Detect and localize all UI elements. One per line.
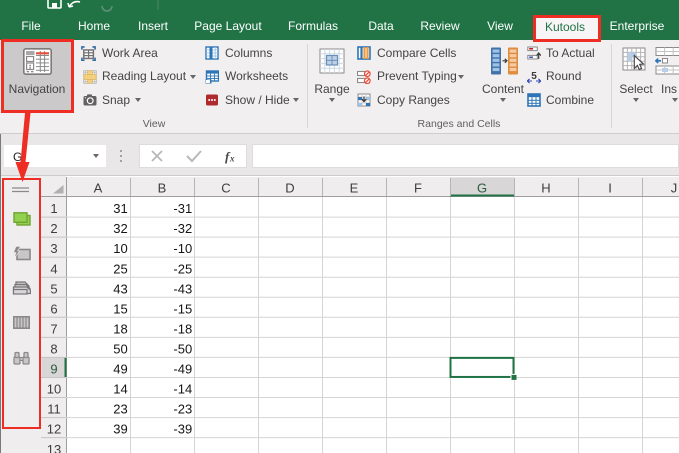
svg-text:49: 49	[113, 362, 127, 377]
svg-text:I: I	[608, 181, 612, 196]
svg-text:-10: -10	[173, 241, 192, 256]
svg-text:8: 8	[50, 342, 57, 357]
svg-text:H: H	[541, 181, 550, 196]
svg-text:32: 32	[113, 221, 127, 236]
svg-text:-18: -18	[173, 322, 192, 337]
svg-text:12: 12	[47, 422, 61, 437]
svg-text:-50: -50	[173, 342, 192, 357]
svg-text:2: 2	[50, 221, 57, 236]
svg-text:F: F	[414, 181, 422, 196]
svg-text:43: 43	[113, 281, 127, 296]
svg-text:18: 18	[113, 322, 127, 337]
svg-text:4: 4	[50, 261, 57, 276]
svg-text:31: 31	[113, 201, 127, 216]
svg-text:5: 5	[50, 281, 57, 296]
svg-text:-23: -23	[173, 402, 192, 417]
svg-text:15: 15	[113, 301, 127, 316]
svg-text:-43: -43	[173, 281, 192, 296]
svg-text:C: C	[221, 181, 230, 196]
svg-text:14: 14	[113, 382, 127, 397]
svg-text:11: 11	[47, 402, 61, 417]
svg-text:E: E	[350, 181, 359, 196]
svg-text:B: B	[158, 181, 167, 196]
svg-text:7: 7	[50, 322, 57, 337]
svg-text:-39: -39	[173, 422, 192, 437]
svg-text:-32: -32	[173, 221, 192, 236]
svg-text:-25: -25	[173, 261, 192, 276]
svg-text:-14: -14	[173, 382, 192, 397]
svg-text:3: 3	[50, 241, 57, 256]
svg-text:A: A	[94, 181, 103, 196]
svg-text:1: 1	[50, 201, 57, 216]
svg-text:J: J	[671, 181, 678, 196]
svg-text:-15: -15	[173, 301, 192, 316]
svg-text:25: 25	[113, 261, 127, 276]
svg-text:39: 39	[113, 422, 127, 437]
svg-text:D: D	[285, 181, 294, 196]
svg-text:10: 10	[47, 382, 61, 397]
svg-text:13: 13	[47, 442, 61, 453]
svg-text:G: G	[477, 181, 487, 196]
svg-text:23: 23	[113, 402, 127, 417]
svg-text:-31: -31	[173, 201, 192, 216]
svg-text:6: 6	[50, 301, 57, 316]
svg-text:9: 9	[50, 362, 57, 377]
svg-text:50: 50	[113, 342, 127, 357]
svg-text:-49: -49	[173, 362, 192, 377]
svg-text:10: 10	[113, 241, 127, 256]
svg-text:5: 5	[531, 71, 537, 82]
svg-text:x: x	[229, 154, 235, 164]
